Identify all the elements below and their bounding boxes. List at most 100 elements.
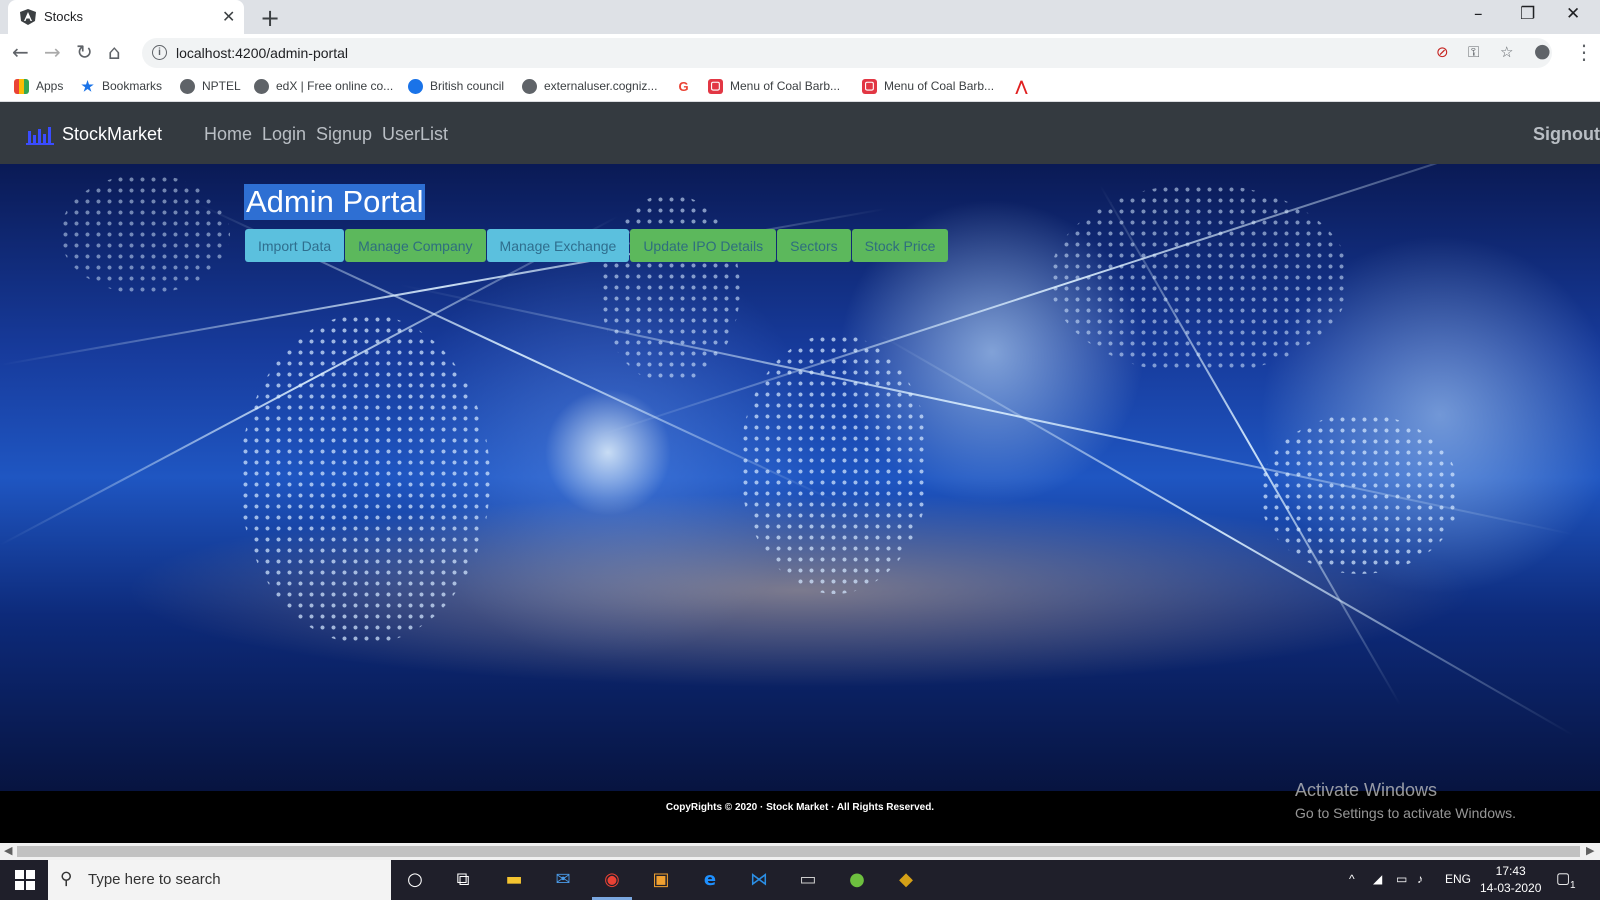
edge-icon[interactable]: e [698, 868, 722, 892]
site-info-icon[interactable]: i [152, 45, 167, 60]
scroll-right-icon[interactable]: ▶ [1586, 844, 1594, 857]
bookmark-apps[interactable]: Apps [14, 77, 63, 95]
nav-signup[interactable]: Signup [316, 124, 372, 145]
bookmark-google[interactable]: G [676, 77, 691, 95]
window-close-icon[interactable]: ✕ [1566, 4, 1580, 24]
windows-start-icon[interactable] [15, 870, 35, 890]
map-dots-europe [600, 194, 740, 384]
update-ipo-details-button[interactable]: Update IPO Details [630, 229, 777, 262]
app-navbar: StockMarket Home Login Signup UserList S… [0, 102, 1600, 164]
page-title: Admin Portal [244, 184, 426, 220]
browser-tab-bar: Stocks ✕ + – ❐ ✕ [0, 0, 1600, 34]
bookmark-externaluser[interactable]: externaluser.cogniz... [522, 77, 657, 95]
light-beam [399, 284, 1574, 536]
horizontal-scrollbar[interactable]: ◀ ▶ [0, 843, 1600, 860]
bookmark-label: British council [430, 79, 505, 93]
bookmark-edx[interactable]: edX | Free online co... [254, 77, 393, 95]
restore-icon[interactable]: ❐ [1520, 4, 1535, 24]
watermark-title: Activate Windows [1295, 780, 1438, 800]
new-tab-icon[interactable]: + [260, 4, 280, 32]
sectors-button[interactable]: Sectors [777, 229, 851, 262]
browser-tab[interactable]: Stocks ✕ [8, 0, 244, 34]
volume-icon[interactable]: ♪ [1417, 872, 1423, 886]
signout-link[interactable]: Signout [1533, 124, 1600, 145]
zomato-icon: ▢ [708, 78, 723, 94]
task-view-icon[interactable]: ⧉ [451, 868, 475, 892]
admin-button-group: Import Data Manage Company Manage Exchan… [245, 229, 949, 262]
bookmark-label: Menu of Coal Barb... [884, 79, 995, 93]
menu-icon[interactable]: ⋮ [1574, 40, 1594, 64]
bookmark-british-council[interactable]: British council [408, 77, 504, 95]
mail-icon[interactable]: ✉ [551, 868, 575, 892]
import-data-button[interactable]: Import Data [245, 229, 345, 262]
blocked-cookie-icon[interactable]: ⊘ [1436, 43, 1449, 61]
taskbar-search-box[interactable]: ⚲ Type here to search [48, 860, 391, 900]
url-text[interactable]: localhost:4200/admin-portal [176, 45, 348, 61]
profile-icon[interactable]: ● [1534, 40, 1551, 62]
scrollbar-thumb[interactable] [17, 846, 1580, 857]
key-icon[interactable]: ⚿ [1468, 43, 1479, 61]
stock-price-button[interactable]: Stock Price [851, 229, 949, 262]
bar-chart-icon [26, 126, 54, 145]
bookmark-label: NPTEL [202, 79, 241, 93]
battery-icon[interactable]: ▭ [1396, 872, 1407, 886]
store-icon[interactable]: ▣ [649, 868, 673, 892]
network-icon[interactable]: ◢ [1373, 872, 1382, 886]
notification-count: 1 [1570, 880, 1576, 891]
language-indicator[interactable]: ENG [1445, 872, 1471, 886]
address-bar[interactable]: i localhost:4200/admin-portal ⊘ ⚿ ☆ [142, 38, 1552, 68]
brand[interactable]: StockMarket [26, 124, 162, 145]
light-beam [879, 334, 1574, 736]
bookmark-nptel[interactable]: NPTEL [180, 77, 241, 95]
globe-icon [180, 78, 195, 94]
clock[interactable]: 17:43 14-03-2020 [1480, 863, 1541, 897]
clock-time: 17:43 [1495, 864, 1526, 878]
scroll-left-icon[interactable]: ◀ [4, 844, 12, 857]
minimize-icon[interactable]: – [1474, 4, 1483, 24]
show-hidden-icons-icon[interactable]: ^ [1349, 872, 1355, 886]
nav-userlist[interactable]: UserList [382, 124, 448, 145]
bookmark-adobe[interactable]: ⋀ [1014, 77, 1029, 95]
brand-name: StockMarket [62, 124, 163, 144]
bookmark-label: externaluser.cogniz... [544, 79, 658, 93]
manage-exchange-button[interactable]: Manage Exchange [486, 229, 630, 262]
apps-grid-icon [14, 78, 29, 94]
back-icon[interactable]: ← [12, 40, 29, 64]
activate-windows-watermark: Activate Windows Go to Settings to activ… [1295, 780, 1516, 821]
map-dots-australia [1260, 414, 1460, 574]
reload-icon[interactable]: ↻ [76, 40, 93, 64]
map-dots-asia [1050, 184, 1350, 374]
globe-icon [522, 78, 537, 94]
git-icon[interactable]: ◆ [894, 868, 918, 892]
tab-title: Stocks [44, 9, 84, 24]
angular-icon [20, 9, 36, 25]
cortana-icon[interactable]: ○ [403, 868, 427, 892]
globe-icon [254, 78, 269, 94]
google-icon: G [678, 78, 689, 94]
vscode-icon[interactable]: ⋈ [747, 868, 771, 892]
map-dots-africa [740, 334, 930, 594]
close-tab-icon[interactable]: ✕ [222, 7, 235, 27]
terminal-icon[interactable]: ▭ [796, 868, 820, 892]
bookmark-bookmarks[interactable]: ★ Bookmarks [80, 77, 162, 95]
notifications-icon[interactable]: ▢ [1556, 869, 1570, 887]
nav-login[interactable]: Login [262, 124, 306, 145]
bookmark-label: Menu of Coal Barb... [730, 79, 841, 93]
bookmarks-bar: Apps ★ Bookmarks NPTEL edX | Free online… [0, 71, 1600, 102]
home-icon[interactable]: ⌂ [108, 40, 121, 64]
spring-tool-icon[interactable]: ● [845, 868, 869, 892]
bookmark-coal-barbecue-1[interactable]: ▢ Menu of Coal Barb... [708, 77, 840, 95]
bookmark-star-icon[interactable]: ☆ [1500, 43, 1513, 61]
file-explorer-icon[interactable]: ▬ [502, 868, 526, 892]
search-icon: ⚲ [60, 869, 73, 889]
manage-company-button[interactable]: Manage Company [345, 229, 486, 262]
map-dots-north-america [60, 174, 230, 294]
bookmark-coal-barbecue-2[interactable]: ▢ Menu of Coal Barb... [862, 77, 994, 95]
forward-icon[interactable]: → [44, 40, 61, 64]
map-dots-south-america [240, 314, 490, 644]
chrome-icon[interactable]: ◉ [600, 868, 624, 892]
star-icon: ★ [81, 77, 94, 94]
nav-home[interactable]: Home [204, 124, 252, 145]
windows-taskbar: ⚲ Type here to search ○ ⧉ ▬ ✉ ◉ ▣ e ⋈ ▭ … [0, 860, 1600, 900]
bookmark-label: Apps [36, 79, 64, 93]
